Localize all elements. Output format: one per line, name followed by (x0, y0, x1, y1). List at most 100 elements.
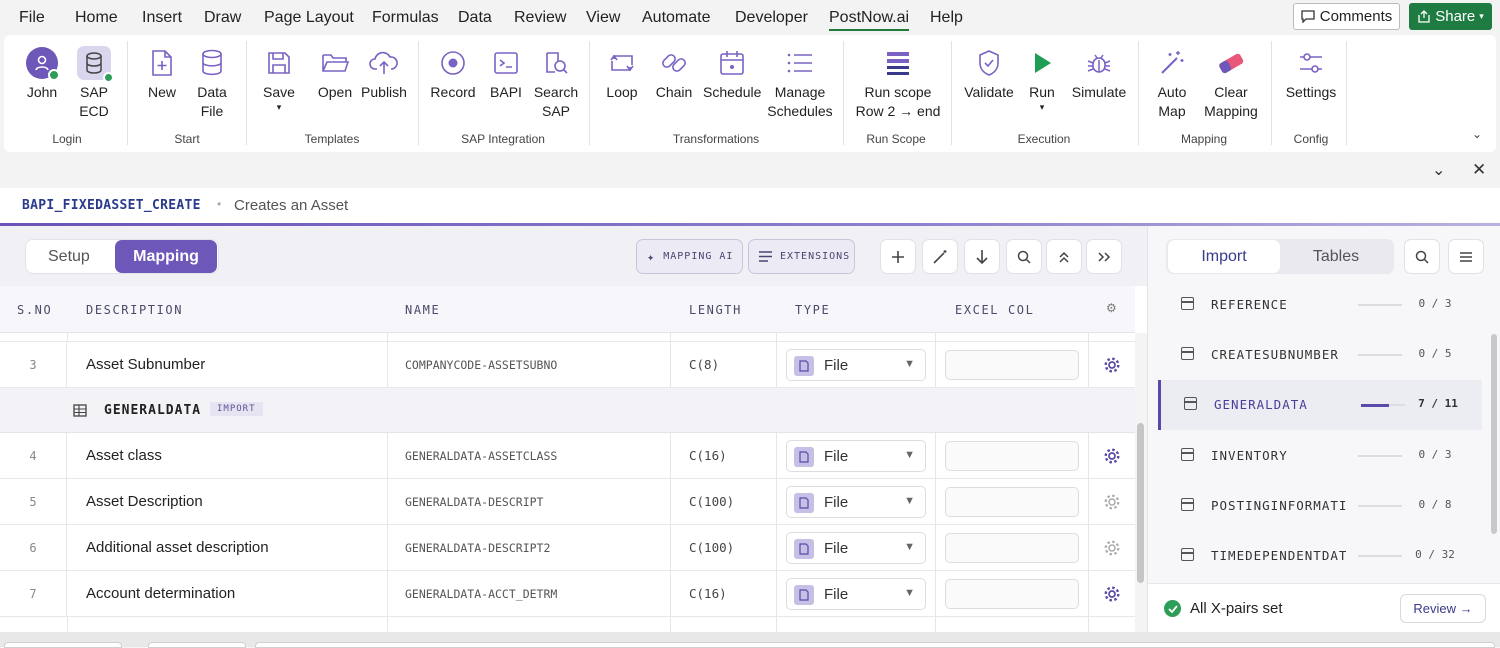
john-button[interactable]: John (22, 43, 62, 102)
table-item[interactable]: POSTINGINFORMATI… 0 / 8 (1158, 481, 1482, 531)
table-item[interactable]: REFERENCE 0 / 3 (1158, 280, 1482, 330)
sap-ecd-button[interactable]: SAP ECD (74, 43, 114, 121)
mapping-ai-button[interactable]: ✦ MAPPING AI (636, 239, 743, 274)
type-select[interactable]: File ▼ (786, 578, 926, 610)
menu-developer[interactable]: Developer (735, 9, 808, 27)
tab-mapping[interactable]: Mapping (115, 240, 217, 273)
chevron-down-icon[interactable]: ⌄ (1432, 160, 1445, 180)
validate-button[interactable]: Validate (961, 43, 1017, 102)
table-row: 6 Additional asset description GENERALDA… (0, 525, 1135, 571)
menu-help[interactable]: Help (930, 9, 963, 27)
open-label: Open (317, 84, 353, 100)
group-separator (418, 41, 419, 145)
table-item-count: 0 / 3 (1418, 448, 1452, 461)
review-button[interactable]: Review → (1400, 594, 1486, 623)
gear-icon[interactable] (1102, 538, 1122, 558)
menu-insert[interactable]: Insert (142, 9, 182, 27)
clear-mapping-button[interactable]: Clear Mapping (1200, 43, 1262, 121)
table-item-selected[interactable]: GENERALDATA 7 / 11 (1158, 380, 1482, 430)
tab-tables[interactable]: Tables (1286, 240, 1386, 273)
magic-wand-icon (1161, 51, 1184, 74)
sidebar-menu-button[interactable] (1448, 239, 1484, 274)
bapi-button[interactable]: BAPI (486, 43, 526, 102)
search-sap-label-2: SAP (541, 103, 570, 119)
table-item[interactable]: CREATESUBNUMBER 0 / 5 (1158, 330, 1482, 380)
excel-col-input[interactable] (945, 350, 1079, 380)
schedule-button[interactable]: Schedule (703, 43, 761, 102)
menu-page-layout[interactable]: Page Layout (264, 9, 354, 27)
gear-icon[interactable] (1102, 446, 1122, 466)
run-scope-button[interactable]: Run scope Row 2 → end (853, 43, 943, 121)
close-icon[interactable]: ✕ (1472, 160, 1486, 180)
ribbon-collapse-icon[interactable]: ⌄ (1472, 127, 1482, 141)
type-select[interactable]: File ▼ (786, 440, 926, 472)
publish-button[interactable]: Publish (360, 43, 408, 102)
table-item-name: INVENTORY (1211, 448, 1288, 463)
group-header-row[interactable]: GENERALDATA IMPORT (0, 388, 1135, 433)
sheet-tab[interactable] (148, 642, 246, 648)
file-icon (794, 493, 814, 513)
tab-import[interactable]: Import (1168, 240, 1280, 273)
menu-file[interactable]: File (19, 9, 45, 27)
gear-icon[interactable] (1102, 584, 1122, 604)
loop-button[interactable]: Loop (602, 43, 642, 102)
sheet-tab[interactable] (255, 642, 1495, 648)
sidebar-scrollbar[interactable] (1490, 286, 1498, 586)
group-name: GENERALDATA (104, 403, 202, 418)
excel-col-input[interactable] (945, 487, 1079, 517)
table-item-count: 0 / 5 (1418, 347, 1452, 360)
table-item[interactable]: TIMEDEPENDENTDATA 0 / 32 (1158, 531, 1482, 581)
table-item-name: CREATESUBNUMBER (1211, 347, 1339, 362)
menu-data[interactable]: Data (458, 9, 492, 27)
sheet-tab[interactable] (4, 642, 122, 648)
run-button[interactable]: Run ▾ (1024, 43, 1060, 112)
dropdown-arrow-icon: ▼ (904, 449, 915, 461)
share-button[interactable]: Share ▾ (1409, 3, 1492, 30)
simulate-button[interactable]: Simulate (1070, 43, 1128, 102)
scroll-down-button[interactable] (964, 239, 1000, 274)
excel-col-input[interactable] (945, 441, 1079, 471)
gear-icon[interactable] (1102, 492, 1122, 512)
excel-col-input[interactable] (945, 579, 1079, 609)
group-config-label: Config (1293, 132, 1329, 146)
comments-button[interactable]: Comments (1293, 3, 1400, 30)
menu-review[interactable]: Review (514, 9, 566, 27)
menu-bar: File Home Insert Draw Page Layout Formul… (0, 0, 1500, 36)
tab-setup[interactable]: Setup (48, 248, 90, 266)
manage-schedules-button[interactable]: Manage Schedules (767, 43, 833, 121)
type-select[interactable]: File ▼ (786, 349, 926, 381)
menu-home[interactable]: Home (75, 9, 118, 27)
table-row (0, 617, 1135, 632)
type-select[interactable]: File ▼ (786, 486, 926, 518)
search-button[interactable] (1006, 239, 1042, 274)
record-button[interactable]: Record (428, 43, 478, 102)
menu-formulas[interactable]: Formulas (372, 9, 439, 27)
collapse-all-button[interactable] (1046, 239, 1082, 274)
column-type: TYPE (795, 303, 831, 317)
menu-draw[interactable]: Draw (204, 9, 241, 27)
expand-panel-button[interactable] (1086, 239, 1122, 274)
gear-icon[interactable] (1102, 355, 1122, 375)
add-row-button[interactable] (880, 239, 916, 274)
excel-col-input[interactable] (945, 533, 1079, 563)
table-item[interactable]: INVENTORY 0 / 3 (1158, 431, 1482, 481)
type-select[interactable]: File ▼ (786, 532, 926, 564)
data-file-button[interactable]: Data File (192, 43, 232, 121)
extensions-button[interactable]: EXTENSIONS (748, 239, 855, 274)
search-sap-button[interactable]: Search SAP (532, 43, 580, 121)
column-settings-icon[interactable]: ⚙ (1106, 301, 1117, 315)
menu-postnow[interactable]: PostNow.ai (829, 9, 910, 31)
row-length: C(16) (689, 448, 727, 463)
auto-map-button[interactable]: Auto Map (1152, 43, 1192, 121)
settings-label: Settings (1285, 84, 1337, 100)
menu-view[interactable]: View (586, 9, 620, 27)
settings-button[interactable]: Settings (1284, 43, 1338, 102)
chain-button[interactable]: Chain (654, 43, 694, 102)
save-button[interactable]: Save ▾ (259, 43, 299, 112)
auto-map-row-button[interactable] (922, 239, 958, 274)
menu-automate[interactable]: Automate (642, 9, 710, 27)
sidebar-search-button[interactable] (1404, 239, 1440, 274)
table-scrollbar[interactable] (1135, 333, 1147, 632)
new-button[interactable]: New (142, 43, 182, 102)
open-button[interactable]: Open (312, 43, 358, 102)
